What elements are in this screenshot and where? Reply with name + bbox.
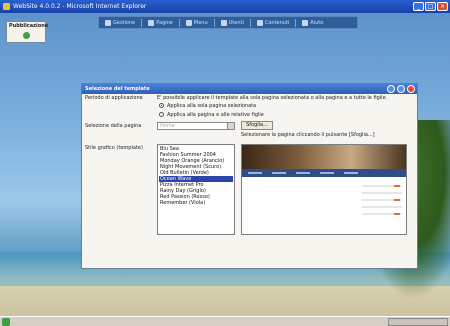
window-title: WebSite 4.0.0.2 - Microsoft Internet Exp… xyxy=(13,3,147,10)
chevron-down-icon[interactable] xyxy=(227,123,234,129)
toolbar-item-aiuto[interactable]: Aiuto xyxy=(299,19,326,27)
taskbar xyxy=(0,316,450,326)
scope-description: E' possibile applicare il template alla … xyxy=(157,95,388,101)
toolbar-item-gestione[interactable]: Gestione xyxy=(102,19,138,27)
system-tray xyxy=(388,318,448,326)
dialog-controls xyxy=(387,85,415,93)
help-icon xyxy=(302,19,309,26)
dialog-header: Selezione del template xyxy=(82,84,417,94)
page-select-value: Home xyxy=(160,123,175,129)
toolbar-separator xyxy=(141,18,143,27)
home-icon xyxy=(105,19,111,26)
publication-panel[interactable]: Pubblicazione xyxy=(6,21,49,43)
globe-icon[interactable] xyxy=(23,32,30,39)
publication-title: Pubblicazione xyxy=(9,23,49,29)
toolbar-label: Contenuti xyxy=(264,19,290,26)
template-list[interactable]: Blu Sea Fashion Summer 2004 Monday Orang… xyxy=(157,144,235,235)
toolbar-item-utenti[interactable]: Utenti xyxy=(218,19,247,27)
page-icon xyxy=(148,19,155,26)
radio-page-and-children-label[interactable]: Applica alla pagina e alle relative figl… xyxy=(167,112,264,118)
radio-selected-page-label[interactable]: Applica alla sola pagina selezionata xyxy=(167,103,256,109)
preview-sidebar xyxy=(362,185,402,229)
scope-label: Periodo di applicazione xyxy=(85,95,143,101)
maximize-button[interactable]: □ xyxy=(425,2,436,11)
preview-body xyxy=(242,177,406,234)
minimize-button[interactable]: _ xyxy=(413,2,424,11)
dialog-close-icon[interactable] xyxy=(407,85,415,93)
page-select-hint: Selezionare la pagina cliccando il pulsa… xyxy=(241,132,375,138)
browse-button[interactable]: Sfoglia... xyxy=(241,121,273,130)
page-select-label: Selezione della pagina xyxy=(85,123,142,129)
toolbar-label: Utenti xyxy=(228,19,244,26)
radio-page-and-children[interactable] xyxy=(159,112,164,117)
main-toolbar: Gestione Pagine Menu Utenti Contenuti Ai… xyxy=(98,16,358,29)
toolbar-label: Menu xyxy=(193,19,208,26)
toolbar-separator xyxy=(249,18,251,27)
dialog-help-icon[interactable] xyxy=(387,85,395,93)
preview-nav xyxy=(242,169,406,177)
dialog-title: Selezione del template xyxy=(85,86,150,92)
folder-icon xyxy=(256,19,263,26)
page-select[interactable]: Home xyxy=(157,122,235,130)
users-icon xyxy=(220,19,227,26)
toolbar-item-contenuti[interactable]: Contenuti xyxy=(254,19,292,27)
template-item[interactable]: Remember (Viola) xyxy=(159,200,233,206)
window-titlebar: WebSite 4.0.0.2 - Microsoft Internet Exp… xyxy=(0,0,450,13)
preview-banner xyxy=(242,145,406,169)
toolbar-separator xyxy=(213,18,215,27)
toolbar-label: Gestione xyxy=(113,19,136,26)
close-button[interactable]: × xyxy=(437,2,448,11)
style-label: Stile grafico (template) xyxy=(85,145,143,151)
toolbar-item-menu[interactable]: Menu xyxy=(183,19,211,27)
start-button[interactable] xyxy=(2,318,10,326)
radio-selected-page[interactable] xyxy=(159,103,164,108)
toolbar-separator xyxy=(178,18,180,27)
toolbar-separator xyxy=(295,18,297,27)
toolbar-label: Pagine xyxy=(156,19,173,26)
window-controls: _ □ × xyxy=(413,2,448,11)
dialog-maximize-icon[interactable] xyxy=(397,85,405,93)
menu-icon xyxy=(185,19,192,26)
toolbar-item-pagine[interactable]: Pagine xyxy=(145,19,176,27)
ie-icon xyxy=(3,3,10,10)
template-preview xyxy=(241,144,407,235)
toolbar-label: Aiuto xyxy=(310,19,324,26)
